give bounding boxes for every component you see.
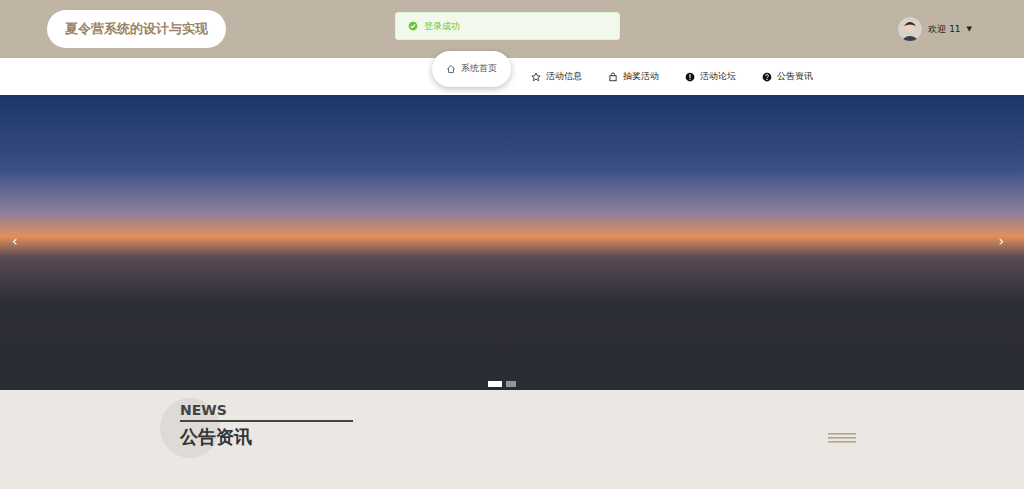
welcome-text[interactable]: 欢迎 11 — [928, 23, 960, 36]
toast-message: 登录成功 — [424, 20, 460, 33]
star-icon — [531, 72, 541, 82]
nav-item[interactable]: 抽奖活动 — [602, 62, 665, 92]
nav-label[interactable]: 系统首页 — [461, 62, 497, 75]
site-title[interactable]: 夏令营系统的设计与实现 — [47, 10, 226, 48]
main-nav: 系统首页活动信息 抽奖活动 活动论坛 公告资讯 — [0, 58, 1024, 95]
nav-item[interactable]: 系统首页 — [432, 51, 511, 87]
carousel-dot[interactable] — [506, 381, 516, 387]
bag-icon — [608, 72, 618, 82]
success-toast: 登录成功 — [395, 12, 620, 40]
alert-icon — [685, 72, 695, 82]
menu-icon[interactable] — [828, 430, 856, 446]
nav-item[interactable]: 活动论坛 — [679, 62, 742, 92]
next-arrow[interactable]: › — [998, 233, 1004, 249]
carousel-dots — [488, 381, 516, 387]
avatar-icon[interactable] — [898, 17, 922, 41]
caret-icon[interactable]: ▼ — [967, 25, 972, 33]
news-kicker: NEWS — [180, 402, 353, 422]
news-heading: NEWS 公告资讯 — [180, 402, 353, 449]
nav-item[interactable]: 公告资讯 — [756, 62, 819, 92]
nav-label[interactable]: 活动信息 — [546, 70, 582, 83]
nav-item[interactable]: 活动信息 — [525, 62, 588, 92]
carousel-dot[interactable] — [488, 381, 502, 387]
home-icon — [446, 64, 456, 74]
prev-arrow[interactable]: ‹ — [12, 233, 18, 249]
nav-label[interactable]: 公告资讯 — [777, 70, 813, 83]
banner-image: ‹› — [0, 95, 1024, 390]
nav-label[interactable]: 活动论坛 — [700, 70, 736, 83]
user-menu[interactable]: 欢迎 11 ▼ — [898, 17, 972, 41]
help-icon — [762, 72, 772, 82]
nav-label[interactable]: 抽奖活动 — [623, 70, 659, 83]
check-icon — [408, 21, 418, 31]
news-title: 公告资讯 — [180, 425, 353, 449]
news-section: NEWS 公告资讯 — [0, 390, 1024, 489]
